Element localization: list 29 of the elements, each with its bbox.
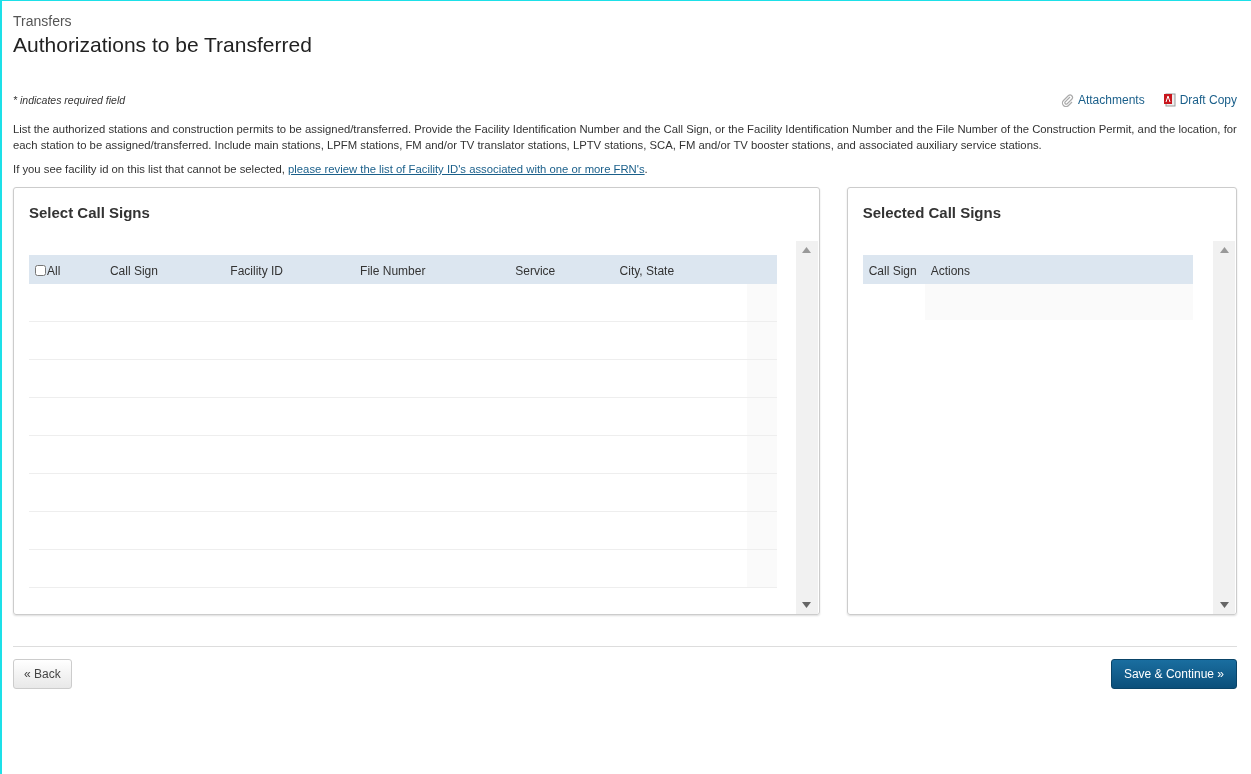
save-continue-button[interactable]: Save & Continue » [1110, 659, 1237, 689]
facility-note: If you see facility id on this list that cannot be selected, please review the list of Facility ID's associated with one or more FRN's. [13, 163, 649, 175]
column-header: City, State [613, 255, 747, 284]
scroll-up-icon[interactable] [802, 247, 812, 253]
breadcrumb: Transfers [13, 13, 73, 29]
select-all-checkbox[interactable] [35, 265, 46, 276]
column-header: Facility ID [224, 255, 355, 284]
column-header: Actions [924, 255, 1193, 284]
panel-title: Selected Call Signs [862, 204, 1003, 221]
scroll-down-icon[interactable] [1219, 602, 1229, 608]
checkbox-label: All [47, 263, 61, 278]
page-title: Authorizations to be Transferred [13, 33, 313, 57]
back-button[interactable]: « Back [13, 659, 72, 689]
facility-list-link[interactable]: please review the list of Facility ID's associated with one or more FRN's [288, 163, 645, 175]
scrollbar[interactable] [795, 241, 818, 614]
scrollbar[interactable] [1213, 241, 1235, 614]
attachments-link[interactable]: Attachments [1060, 93, 1145, 107]
instructions-text: List the authorized stations and construction permits to be assigned/transferred. Provide the Facility Identification Number and the Call Sign, or the Facility Identification Number and the File Number of the Construction Permit, and the location, for each station to be assigned/transferred. Include main stations, LPFM stations, FM and/or TV translator stations, LPTV stations, SCA, FM and/or TV booster stations, and associated auxiliary service stations. [13, 122, 1237, 153]
column-header: File Number [354, 255, 510, 284]
panel-title: Select Call Signs [29, 204, 151, 221]
column-header: Call Sign [103, 255, 225, 284]
draft-copy-link[interactable]: Draft Copy [1162, 93, 1237, 107]
column-header: Call Sign [862, 255, 925, 284]
scroll-up-icon[interactable] [1219, 247, 1229, 253]
column-header: Service [509, 255, 614, 284]
pdf-icon [1162, 93, 1176, 107]
paperclip-icon [1060, 93, 1074, 107]
required-note: * indicates required field [13, 94, 126, 106]
scroll-down-icon[interactable] [802, 602, 812, 608]
